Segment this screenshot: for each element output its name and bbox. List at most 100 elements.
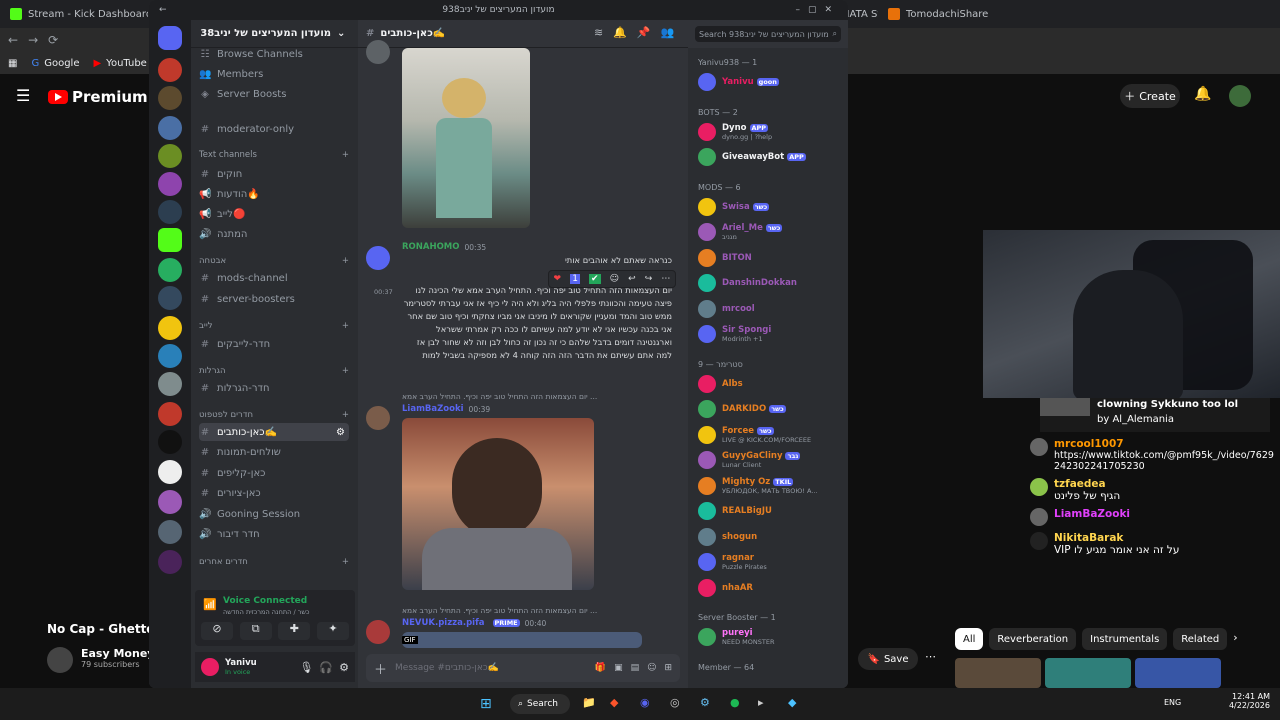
server-icon[interactable] <box>158 286 182 310</box>
headphones-icon[interactable]: 🎧 <box>319 661 333 674</box>
reload-icon[interactable]: ⟳ <box>48 33 58 47</box>
message-author[interactable]: NEVUK.pizza.pifa PRIME 00:40 <box>402 618 546 628</box>
server-icon[interactable] <box>158 316 182 340</box>
forward-icon[interactable]: → <box>28 33 38 47</box>
input-tools-icon[interactable]: 🎁▣▤☺⊞ <box>595 663 680 673</box>
bookmark-youtube[interactable]: ▶ YouTube <box>93 58 146 69</box>
apps-grid-icon[interactable]: ▦ <box>8 58 17 69</box>
member-item[interactable]: pureyi NEED MONSTER <box>698 625 843 649</box>
server-icon[interactable] <box>158 550 182 574</box>
bell-icon[interactable]: 🔔 <box>613 26 627 39</box>
channel-item[interactable]: 🔊 המתנה <box>199 225 349 243</box>
server-icon[interactable] <box>158 116 182 140</box>
server-icon[interactable] <box>158 344 182 368</box>
channel-item[interactable]: 📢 לייב🔴 <box>199 205 349 223</box>
channel-item[interactable]: # חוקים <box>199 165 349 183</box>
message-input[interactable]: ＋ Message #כאן-כותבים✍️ 🎁▣▤☺⊞ <box>366 654 680 682</box>
chevron-right-icon[interactable]: › <box>1233 628 1237 650</box>
member-item[interactable]: Yanivu goon <box>698 70 843 94</box>
add-reaction-icon[interactable]: ☺ <box>610 274 619 284</box>
browser-tab[interactable]: TomodachiShare <box>878 0 1058 28</box>
channel-item[interactable]: 📢 הודעות🔥 <box>199 185 349 203</box>
channel-item[interactable]: # mods-channel <box>199 269 349 287</box>
category-text-channels[interactable]: Text channels + <box>199 150 349 160</box>
plus-icon[interactable]: + <box>342 321 349 331</box>
message-author[interactable]: RONAHOMO 00:35 <box>402 242 486 252</box>
avatar[interactable] <box>366 246 390 270</box>
members-item[interactable]: 👥 Members <box>199 65 349 83</box>
plus-icon[interactable]: + <box>342 410 349 420</box>
member-item[interactable]: BITON <box>698 246 843 270</box>
menu-icon[interactable]: ☰ <box>16 86 30 105</box>
settings-gear-icon[interactable]: ⚙ <box>336 427 349 438</box>
app-icon[interactable]: ◆ <box>788 696 796 709</box>
channel-item-active[interactable]: # כאן-כותבים✍️ ⚙ <box>199 423 349 441</box>
message-author[interactable]: LiamBaZooki 00:39 <box>402 404 490 414</box>
clock[interactable]: 12:41 AM 4/22/2026 <box>1228 692 1270 710</box>
check-reaction[interactable]: ✔ <box>589 274 601 284</box>
forward-icon[interactable]: ↪ <box>645 274 653 284</box>
screen-share-icon[interactable]: ⧉ <box>239 622 272 640</box>
recommended-thumbnail[interactable] <box>1045 658 1131 688</box>
server-icon[interactable] <box>158 490 182 514</box>
server-icon[interactable] <box>158 402 182 426</box>
member-list-icon[interactable]: 👥 <box>661 26 675 39</box>
camera-off-icon[interactable]: ⊘ <box>201 622 233 640</box>
avatar[interactable] <box>366 406 390 430</box>
chip-related[interactable]: Related <box>1173 628 1228 650</box>
member-item[interactable]: REALBigJU <box>698 499 843 523</box>
server-icon[interactable] <box>158 520 182 544</box>
back-icon[interactable]: ← <box>8 33 18 47</box>
soundboard-icon[interactable]: ✦ <box>316 622 349 640</box>
app-icon[interactable]: ▸ <box>758 696 764 709</box>
server-boosts-item[interactable]: ◈ Server Boosts <box>199 85 349 103</box>
member-item[interactable]: Dyno APP dyno.gg | ?help <box>698 120 843 144</box>
attached-video-frame[interactable] <box>402 418 594 590</box>
server-icon[interactable] <box>158 372 182 396</box>
category-giveaways[interactable]: הגרלות + <box>199 366 349 376</box>
create-button[interactable]: ＋ Create <box>1120 84 1180 108</box>
recommended-thumbnail[interactable] <box>955 658 1041 688</box>
channel-avatar[interactable] <box>47 647 73 673</box>
taskbar-search[interactable]: ⌕ Search <box>510 694 570 714</box>
heart-reaction[interactable]: ❤ <box>554 274 562 284</box>
member-item[interactable]: GuyyGaCliny גבר Lunar Client <box>698 448 843 472</box>
attached-image[interactable] <box>402 48 530 228</box>
server-icon[interactable] <box>158 200 182 224</box>
category-live[interactable]: לייב + <box>199 321 349 331</box>
member-item[interactable]: Albs <box>698 372 843 396</box>
plus-icon[interactable]: + <box>342 366 349 376</box>
back-icon[interactable]: ← <box>159 5 167 15</box>
avatar[interactable] <box>201 658 219 676</box>
reply-icon[interactable]: ↩ <box>628 274 636 284</box>
channel-item[interactable]: # חדר-לייבקים <box>199 335 349 353</box>
server-icon[interactable] <box>158 58 182 82</box>
channel-item[interactable]: # שולחים-תמונות <box>199 443 349 461</box>
channel-item[interactable]: 🔊 חדר דיבור <box>199 525 349 543</box>
channel-item[interactable]: 🔊 Gooning Session <box>199 505 349 523</box>
plus-icon[interactable]: + <box>342 150 349 160</box>
member-item[interactable]: nhaAR <box>698 576 843 600</box>
member-item[interactable]: Ariel_Me כשר מגניב <box>698 220 843 244</box>
plus-icon[interactable]: ＋ <box>374 659 387 678</box>
youtube-logo[interactable]: Premium IL <box>48 88 159 106</box>
member-item[interactable]: ragnar Puzzle Pirates <box>698 550 843 574</box>
server-icon[interactable] <box>158 460 182 484</box>
more-options-icon[interactable]: ⋯ <box>661 274 670 284</box>
kick-server-icon[interactable] <box>158 228 182 252</box>
member-item[interactable]: DanshinDokkan <box>698 271 843 295</box>
more-options-icon[interactable]: ⋯ <box>925 650 936 663</box>
member-item[interactable]: shogun <box>698 525 843 549</box>
member-item[interactable]: Swisa כשר <box>698 195 843 219</box>
discord-app-icon[interactable]: ◉ <box>640 696 650 709</box>
category-chat-rooms[interactable]: חדרים לפטפוט + <box>199 410 349 420</box>
avatar[interactable] <box>366 40 390 64</box>
brave-browser-icon[interactable]: ◆ <box>610 696 618 709</box>
reply-preview[interactable]: יום העצמאות הזה התחיל טוב יפה וכיף. התחי… <box>402 392 672 401</box>
microphone-icon[interactable]: 🎙 <box>299 661 313 674</box>
member-item[interactable]: Forcee כשר LIVE @ KICK.COM/FORCEEE <box>698 423 843 447</box>
channel-item[interactable]: # כאן-קליפים <box>199 464 349 482</box>
obs-icon[interactable]: ◎ <box>670 696 680 709</box>
activities-icon[interactable]: ✚ <box>278 622 311 640</box>
plus-icon[interactable]: + <box>342 256 349 266</box>
